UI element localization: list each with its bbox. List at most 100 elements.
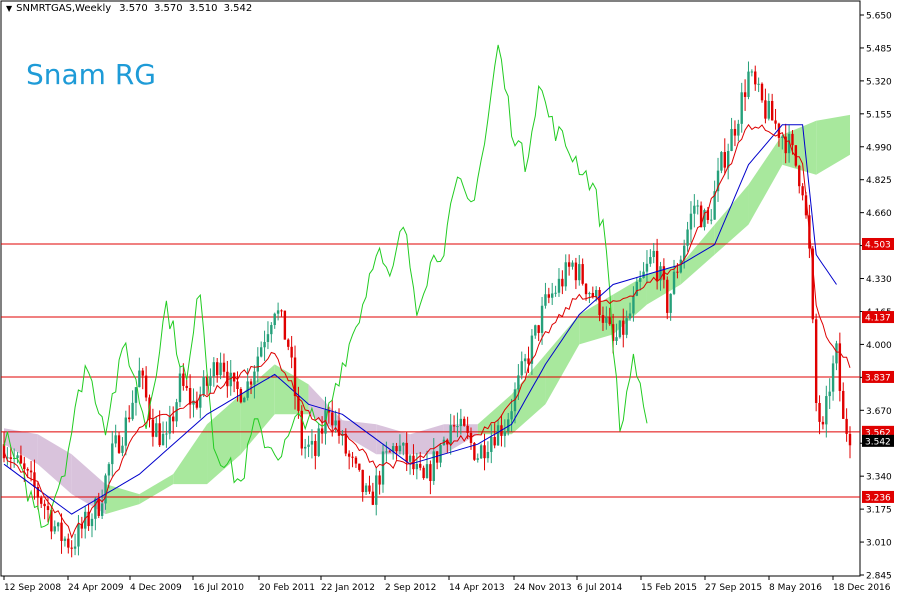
candle-body bbox=[290, 346, 293, 358]
y-tick-label: 4.000 bbox=[866, 341, 892, 351]
candle-body bbox=[46, 506, 50, 511]
candle-body bbox=[561, 278, 564, 287]
candle-body bbox=[737, 123, 740, 136]
candle-body bbox=[378, 475, 381, 485]
candle-body bbox=[94, 498, 97, 519]
current-price-label: 3.542 bbox=[865, 437, 891, 447]
candle-body bbox=[720, 152, 723, 171]
candle-body bbox=[398, 445, 402, 452]
candle-body bbox=[53, 526, 56, 532]
watermark-title: Snam RG bbox=[26, 58, 157, 91]
candle-body bbox=[486, 451, 490, 459]
candle-body bbox=[354, 457, 358, 464]
symbol-header: ▼ SNMRTGAS,Weekly 3.570 3.570 3.510 3.54… bbox=[6, 3, 255, 14]
candle-body bbox=[723, 152, 726, 168]
candle-body bbox=[128, 417, 131, 420]
candle-body bbox=[490, 436, 493, 452]
candle-body bbox=[70, 547, 73, 549]
x-tick-label: 4 Dec 2009 bbox=[130, 583, 182, 593]
candle-body bbox=[138, 370, 141, 388]
candle-body bbox=[798, 165, 801, 187]
candle-body bbox=[452, 425, 456, 427]
candle-body bbox=[381, 451, 385, 485]
candle-body bbox=[601, 315, 605, 323]
candle-body bbox=[229, 372, 232, 387]
candle-body bbox=[67, 538, 70, 548]
candle-body bbox=[63, 538, 67, 541]
candle-body bbox=[243, 397, 246, 403]
candle-body bbox=[564, 262, 567, 287]
x-tick-label: 16 Jul 2010 bbox=[193, 583, 244, 593]
candle-body bbox=[344, 433, 347, 454]
y-tick-label: 5.650 bbox=[866, 12, 892, 22]
candle-body bbox=[429, 464, 432, 482]
x-tick-label: 2 Sep 2012 bbox=[385, 583, 436, 593]
candle-body bbox=[73, 546, 77, 549]
candle-body bbox=[571, 262, 574, 267]
candle-body bbox=[757, 83, 760, 85]
candle-body bbox=[121, 445, 124, 453]
candle-body bbox=[754, 71, 757, 85]
candle-body bbox=[307, 444, 310, 447]
candle-body bbox=[419, 463, 422, 468]
candle-body bbox=[331, 412, 334, 426]
candle-body bbox=[280, 310, 283, 312]
x-tick-label: 27 Sep 2015 bbox=[705, 583, 762, 593]
y-tick-label: 5.155 bbox=[866, 110, 892, 120]
candle-body bbox=[388, 451, 391, 453]
candle-body bbox=[422, 467, 425, 479]
y-tick-label: 4.825 bbox=[866, 176, 892, 186]
candle-body bbox=[544, 294, 547, 306]
candle-body bbox=[848, 433, 852, 446]
candle-body bbox=[222, 362, 226, 372]
candle-body bbox=[236, 381, 239, 390]
candle-body bbox=[263, 341, 266, 348]
candle-body bbox=[517, 375, 520, 390]
candle-body bbox=[730, 128, 733, 152]
candle-body bbox=[334, 420, 337, 426]
price-axis: 5.6505.4855.3205.1554.9904.8254.6604.495… bbox=[860, 12, 894, 582]
candle-body bbox=[676, 271, 679, 273]
candle-body bbox=[107, 464, 111, 476]
candle-body bbox=[395, 446, 398, 452]
ohlc-values: 3.570 3.570 3.510 3.542 bbox=[119, 3, 255, 14]
candle-body bbox=[628, 313, 632, 319]
candle-body bbox=[270, 325, 273, 335]
candle-body bbox=[770, 100, 774, 121]
candle-body bbox=[239, 389, 243, 403]
candle-body bbox=[131, 402, 134, 420]
candle-body bbox=[645, 263, 649, 272]
candle-body bbox=[361, 469, 364, 493]
candle-body bbox=[168, 416, 172, 434]
x-tick-label: 6 Jul 2014 bbox=[577, 583, 622, 593]
candle-body bbox=[655, 250, 659, 281]
x-tick-label: 24 Apr 2009 bbox=[68, 583, 124, 593]
x-tick-label: 24 Nov 2013 bbox=[514, 583, 572, 593]
candle-body bbox=[371, 491, 375, 505]
candle-body bbox=[581, 264, 584, 284]
dropdown-triangle-icon[interactable]: ▼ bbox=[6, 4, 12, 13]
candle-body bbox=[155, 423, 158, 437]
candle-body bbox=[463, 418, 466, 426]
x-tick-label: 8 May 2016 bbox=[769, 583, 822, 593]
candle-body bbox=[320, 428, 324, 434]
candle-body bbox=[202, 376, 205, 395]
candle-body bbox=[567, 262, 571, 267]
candle-body bbox=[29, 470, 33, 473]
candle-body bbox=[686, 229, 689, 246]
candle-body bbox=[114, 435, 117, 444]
candle-body bbox=[622, 320, 625, 335]
candle-body bbox=[77, 523, 80, 547]
candle-body bbox=[527, 358, 530, 364]
candle-body bbox=[9, 457, 12, 459]
candle-body bbox=[777, 123, 781, 138]
time-axis: 12 Sep 2008 24 Apr 2009 4 Dec 2009 16 Jul 2… bbox=[3, 576, 891, 593]
candle-body bbox=[459, 418, 463, 427]
candle-body bbox=[60, 522, 63, 541]
candle-body bbox=[141, 370, 144, 376]
candle-body bbox=[253, 371, 256, 385]
y-tick-label: 2.845 bbox=[866, 572, 892, 582]
candle-body bbox=[652, 250, 655, 258]
candle-body bbox=[743, 92, 747, 97]
candle-body bbox=[351, 456, 354, 458]
